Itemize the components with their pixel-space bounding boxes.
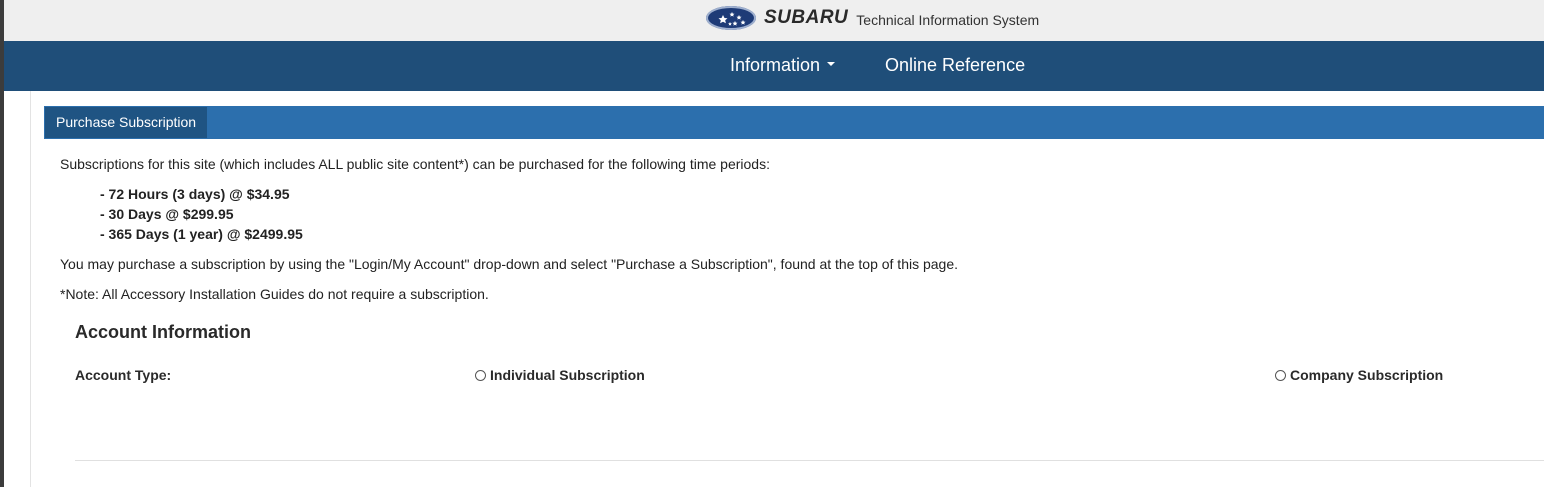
panel-header: Purchase Subscription — [44, 106, 1544, 139]
tab-purchase-subscription[interactable]: Purchase Subscription — [45, 107, 208, 138]
company-subscription-label: Company Subscription — [1290, 367, 1444, 383]
main-nav: Information Online Reference — [4, 41, 1544, 91]
price-item: - 365 Days (1 year) @ $2499.95 — [100, 226, 303, 242]
price-item: - 30 Days @ $299.95 — [100, 206, 234, 222]
caret-down-icon — [827, 62, 836, 67]
individual-subscription-option[interactable]: Individual Subscription — [475, 367, 645, 383]
site-header: SUBARU Technical Information System — [4, 0, 1544, 41]
intro-text: Subscriptions for this site (which inclu… — [60, 156, 770, 172]
note-text: *Note: All Accessory Installation Guides… — [60, 286, 489, 302]
company-subscription-option[interactable]: Company Subscription — [1275, 367, 1443, 383]
brand-name: SUBARU — [764, 7, 849, 28]
nav-information-label: Information — [730, 55, 821, 75]
company-subscription-radio[interactable] — [1275, 369, 1286, 381]
individual-subscription-label: Individual Subscription — [490, 367, 645, 383]
brand-logo[interactable]: SUBARU Technical Information System — [706, 4, 1039, 32]
content-border — [30, 91, 31, 487]
price-item: - 72 Hours (3 days) @ $34.95 — [100, 186, 290, 202]
section-divider — [75, 460, 1544, 461]
instructions-text: You may purchase a subscription by using… — [60, 256, 959, 272]
brand-subtitle: Technical Information System — [856, 12, 1040, 28]
account-information-heading: Account Information — [75, 322, 251, 342]
subaru-star-logo-icon — [706, 6, 756, 30]
individual-subscription-radio[interactable] — [475, 369, 486, 381]
nav-information-dropdown[interactable]: Information — [730, 55, 836, 76]
nav-online-reference[interactable]: Online Reference — [885, 55, 1025, 76]
account-type-label: Account Type: — [75, 367, 172, 383]
price-list: - 72 Hours (3 days) @ $34.95 - 30 Days @… — [100, 186, 303, 246]
